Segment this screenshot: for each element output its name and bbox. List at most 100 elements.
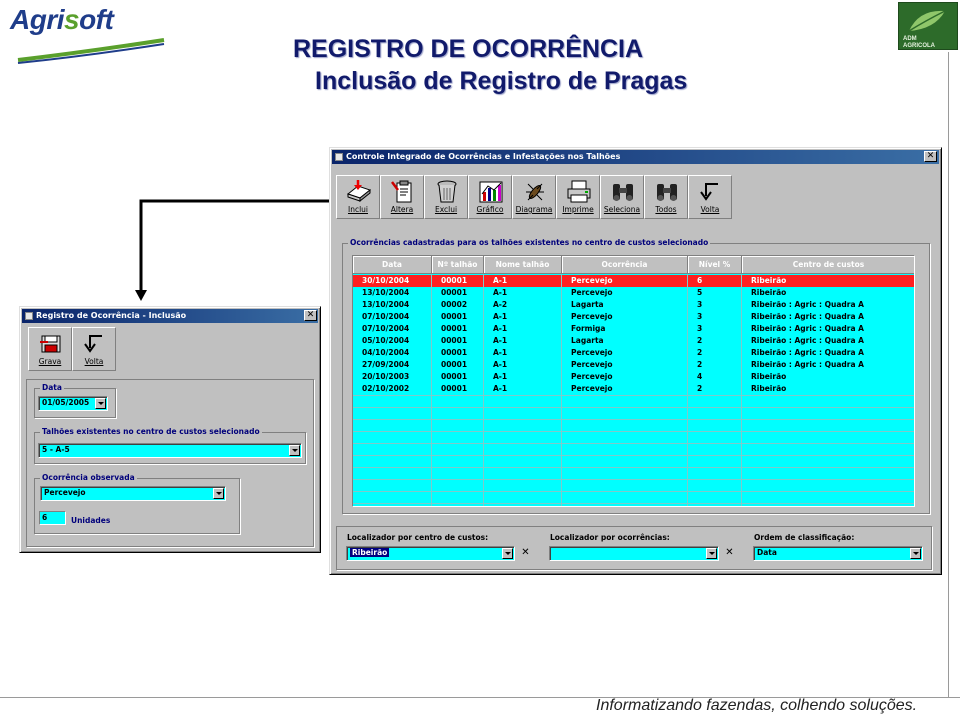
table-cell: Formiga xyxy=(562,323,688,335)
chevron-down-icon[interactable] xyxy=(502,548,513,559)
return-arrow-icon xyxy=(700,183,718,201)
table-cell: 13/10/2004 xyxy=(353,287,432,299)
occurrence-filter-select[interactable] xyxy=(549,546,719,561)
toolbar-inclui-button[interactable]: Inclui xyxy=(336,175,380,219)
table-cell: 00001 xyxy=(432,371,484,383)
table-cell: Lagarta xyxy=(562,335,688,347)
table-row[interactable]: 04/10/2004 00001 A-1 Percevejo 2 Ribeirão : A… xyxy=(353,347,914,359)
table-cell: 2 xyxy=(688,383,742,395)
table-cell: 00001 xyxy=(432,347,484,359)
dialog-volta-button[interactable]: Volta xyxy=(72,327,116,371)
table-cell: Ribeirão : Agric : Quadra A xyxy=(742,335,914,347)
table-row[interactable]: 05/10/2004 00001 A-1 Lagarta 2 Ribeirão : Agr… xyxy=(353,335,914,347)
table-cell: Ribeirão : Agric : Quadra A xyxy=(742,299,914,311)
grid-empty-row-line xyxy=(353,491,914,492)
table-row[interactable]: 07/10/2004 00001 A-1 Percevejo 3 Ribeirão : A… xyxy=(353,311,914,323)
column-header[interactable]: Data xyxy=(353,256,432,274)
dialog-close-button[interactable]: ✕ xyxy=(304,310,317,321)
table-cell: 00001 xyxy=(432,335,484,347)
chevron-down-icon[interactable] xyxy=(706,548,717,559)
table-cell: 00001 xyxy=(432,311,484,323)
table-cell: Ribeirão xyxy=(742,275,914,287)
toolbar-todos-label: Todos xyxy=(655,205,677,214)
table-cell: 6 xyxy=(688,275,742,287)
table-cell: 3 xyxy=(688,323,742,335)
table-row[interactable]: 27/09/2004 00001 A-1 Percevejo 2 Ribeirão : A… xyxy=(353,359,914,371)
column-header[interactable]: Ocorrência xyxy=(562,256,688,274)
table-row[interactable]: 07/10/2004 00001 A-1 Formiga 3 Ribeirão : Agr… xyxy=(353,323,914,335)
table-cell: A-1 xyxy=(484,359,562,371)
cost-center-filter-select[interactable]: Ribeirão xyxy=(346,546,515,561)
dialog-grava-button[interactable]: Grava xyxy=(28,327,72,371)
chevron-down-icon[interactable] xyxy=(910,548,921,559)
occurrences-grid[interactable]: Data Nº talhão Nome talhão Ocorrência Ní… xyxy=(352,255,915,507)
sort-order-select[interactable]: Data xyxy=(753,546,923,561)
plot-select[interactable]: 5 - A-5 xyxy=(38,443,302,458)
table-cell: A-1 xyxy=(484,275,562,287)
table-cell: Ribeirão : Agric : Quadra A xyxy=(742,323,914,335)
grid-column-line xyxy=(687,274,688,506)
table-row[interactable]: 02/10/2002 00001 A-1 Percevejo 2 Ribeirão xyxy=(353,383,914,395)
toolbar-diagrama-button[interactable]: Diagrama xyxy=(512,175,556,219)
chevron-down-icon[interactable] xyxy=(289,445,300,456)
quantity-unit-label: Unidades xyxy=(71,516,111,525)
main-window-close-button[interactable]: ✕ xyxy=(924,151,937,162)
toolbar-altera-label: Altera xyxy=(390,205,414,214)
grid-empty-row-line xyxy=(353,395,914,396)
table-row[interactable]: 13/10/2004 00001 A-1 Percevejo 5 Ribeirão xyxy=(353,287,914,299)
clear-cost-center-button[interactable]: ✕ xyxy=(519,546,532,559)
column-header[interactable]: Nome talhão xyxy=(484,256,562,274)
toolbar-grafico-label: Gráfico xyxy=(476,205,504,214)
grid-empty-row-line xyxy=(353,503,914,504)
table-cell: Percevejo xyxy=(562,347,688,359)
dialog-toolbar: Grava Volta xyxy=(28,327,116,373)
grid-empty-row-line xyxy=(353,431,914,432)
table-row[interactable]: 20/10/2003 00001 A-1 Percevejo 4 Ribeirão xyxy=(353,371,914,383)
table-cell: 07/10/2004 xyxy=(353,311,432,323)
table-cell: Ribeirão xyxy=(742,371,914,383)
grid-empty-row-line xyxy=(353,443,914,444)
table-cell: 27/09/2004 xyxy=(353,359,432,371)
toolbar-exclui-button[interactable]: Exclui xyxy=(424,175,468,219)
clear-occurrence-button[interactable]: ✕ xyxy=(723,546,736,559)
toolbar-seleciona-button[interactable]: Seleciona xyxy=(600,175,644,219)
table-cell: 2 xyxy=(688,347,742,359)
table-cell: 05/10/2004 xyxy=(353,335,432,347)
printer-icon xyxy=(567,180,591,203)
table-cell: 02/10/2002 xyxy=(353,383,432,395)
window-app-icon xyxy=(25,312,33,320)
grid-column-line xyxy=(431,274,432,506)
table-cell: 30/10/2004 xyxy=(353,275,432,287)
toolbar-todos-button[interactable]: Todos xyxy=(644,175,688,219)
chevron-down-icon[interactable] xyxy=(95,398,106,409)
column-header[interactable]: Centro de custos xyxy=(742,256,914,274)
dialog-titlebar: Registro de Ocorrência - Inclusão xyxy=(22,309,318,323)
cost-center-filter-label: Localizador por centro de custos: xyxy=(347,533,489,542)
date-field[interactable]: 01/05/2005 xyxy=(38,396,108,411)
table-cell: 00001 xyxy=(432,275,484,287)
quantity-field[interactable]: 6 xyxy=(39,511,66,525)
window-app-icon xyxy=(335,153,343,161)
toolbar-grafico-button[interactable]: Gráfico xyxy=(468,175,512,219)
plot-label: Talhões existentes no centro de custos s… xyxy=(40,427,262,436)
chevron-down-icon[interactable] xyxy=(213,488,224,499)
table-row[interactable]: 13/10/2004 00002 A-2 Lagarta 3 Ribeirão : Agr… xyxy=(353,299,914,311)
table-cell: Ribeirão xyxy=(742,383,914,395)
main-window-title: Controle Integrado de Ocorrências e Infe… xyxy=(346,152,621,161)
occurrence-select[interactable]: Percevejo xyxy=(40,486,226,501)
table-cell: A-2 xyxy=(484,299,562,311)
table-cell: A-1 xyxy=(484,371,562,383)
table-row[interactable]: 30/10/2004 00001 A-1 Percevejo 6 Ribeirão xyxy=(353,275,914,287)
table-cell: 13/10/2004 xyxy=(353,299,432,311)
toolbar-altera-button[interactable]: Altera xyxy=(380,175,424,219)
column-header[interactable]: Nível % xyxy=(688,256,742,274)
toolbar-diagrama-label: Diagrama xyxy=(515,205,553,214)
grid-column-line xyxy=(741,274,742,506)
table-cell: A-1 xyxy=(484,287,562,299)
toolbar-inclui-label: Inclui xyxy=(347,205,368,214)
dialog-title: Registro de Ocorrência - Inclusão xyxy=(36,311,187,320)
column-header[interactable]: Nº talhão xyxy=(432,256,484,274)
toolbar-imprime-button[interactable]: Imprime xyxy=(556,175,600,219)
table-cell: 4 xyxy=(688,371,742,383)
toolbar-volta-button[interactable]: Volta xyxy=(688,175,732,219)
